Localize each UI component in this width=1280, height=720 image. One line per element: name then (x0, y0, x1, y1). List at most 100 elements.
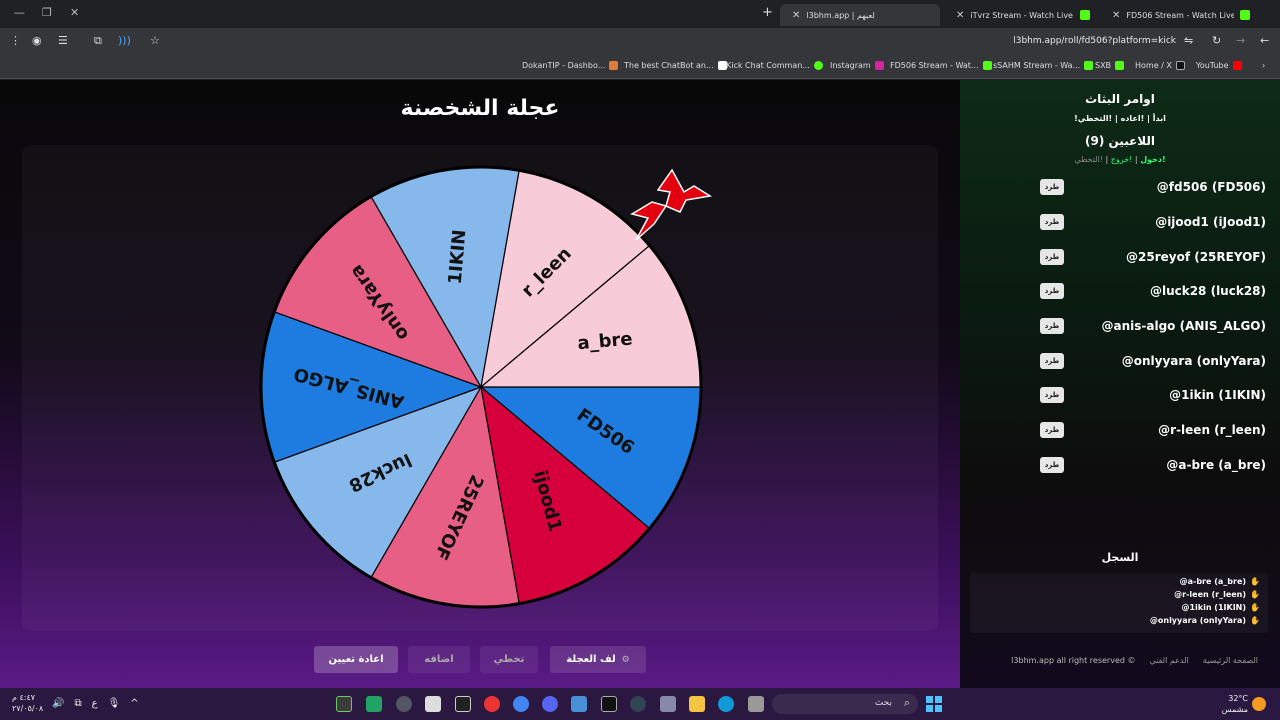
support-link[interactable]: الدعم الفني (1150, 656, 1189, 665)
bookmark-kick-chat[interactable]: Kick Chat Comman... (726, 61, 823, 70)
tab-itvrz[interactable]: ✕ iTvrz Stream - Watch Live on Kick (944, 4, 1096, 26)
kick-player-button[interactable]: طرد (1040, 387, 1064, 403)
microphone-icon[interactable]: 🎙 (108, 698, 121, 709)
new-tab-icon[interactable]: + (762, 5, 773, 20)
page-content: عجلة الشخصنة FD506 ijood1 25REYOF luck28 ANI… (0, 80, 1280, 688)
kick-player-button[interactable]: طرد (1040, 318, 1064, 334)
network-icon[interactable]: ⧉ (74, 698, 81, 709)
copyright-text: l3bhm.app all right reserved © (1011, 656, 1136, 665)
kick-icon (1084, 61, 1094, 70)
tab-title: FD506 Stream - Watch Live on Kick (1126, 10, 1235, 20)
kick-player-button[interactable]: طرد (1040, 353, 1064, 369)
epic-games-icon[interactable] (455, 696, 471, 712)
chrome-icon[interactable] (513, 696, 529, 712)
taskbar: ٤:٤٧ م ٢٧/٠٥/٠٨ 🔊 ⧉ ع 🎙 ^ بحث ⌕ 32°C مشم… (0, 688, 1280, 720)
read-aloud-icon[interactable]: ))) (118, 34, 131, 47)
weather-widget[interactable]: 32°C مشمس (1220, 693, 1248, 715)
close-tab-icon[interactable]: ✕ (1112, 10, 1120, 21)
player-row: @25reyof (25REYOF) طرد (1040, 248, 1266, 268)
menu-dots-icon[interactable]: ⋮ (10, 34, 21, 47)
app-blue-icon[interactable] (571, 696, 587, 712)
skip-button[interactable]: تخطي (480, 646, 538, 673)
terminal-icon[interactable] (336, 696, 352, 712)
player-row: @a-bre (a_bre) طرد (1040, 456, 1266, 476)
shield-icon[interactable] (660, 696, 676, 712)
search-placeholder: بحث (874, 698, 892, 708)
tab-actions-icon[interactable]: ⧉ (94, 34, 102, 48)
player-row: @luck28 (luck28) طرد (1040, 282, 1266, 302)
close-tab-icon[interactable]: ✕ (792, 10, 800, 21)
reload-icon[interactable]: ↻ (1212, 34, 1221, 47)
language-icon[interactable]: ع (92, 698, 98, 709)
url-input[interactable]: l3bhm.app/roll/fd506?platform=kick (900, 36, 1176, 46)
lightning-pointer-icon (630, 168, 713, 241)
tray-expand-icon[interactable]: ^ (130, 698, 138, 709)
volume-icon[interactable]: 🔊 (52, 698, 64, 709)
player-name: @luck28 (luck28) (1149, 284, 1266, 298)
player-row: @onlyyara (onlyYara) طرد (1040, 352, 1266, 372)
discord-icon[interactable] (542, 696, 558, 712)
bookmark-ssahm[interactable]: sSAHM Stream - Wa... (993, 61, 1094, 70)
bookmark-chatbot[interactable]: The best ChatBot an... (624, 61, 727, 70)
bookmarks-more-icon[interactable]: › (1262, 61, 1265, 70)
bookmark-instagram[interactable]: Instagram (830, 61, 884, 70)
file-explorer-icon[interactable] (689, 696, 705, 712)
settings-icon[interactable] (396, 696, 412, 712)
back-icon[interactable]: ← (1260, 34, 1269, 47)
tab-title: l3bhm.app | لعبهم (806, 10, 875, 20)
profile-icon[interactable]: ◉ (32, 34, 42, 47)
bookmarks-bar: DokanTIP - Dashbo... The best ChatBot an… (0, 55, 1280, 79)
dokantip-icon (609, 61, 619, 70)
player-row: @1ikin (1IKIN) طرد (1040, 386, 1266, 406)
spin-button[interactable]: لف العجلة ⚙ (550, 646, 646, 673)
add-button[interactable]: اضافه (408, 646, 470, 673)
favorite-star-icon[interactable]: ☆ (150, 34, 160, 47)
kick-player-button[interactable]: طرد (1040, 249, 1064, 265)
bookmark-youtube[interactable]: YouTube (1196, 61, 1242, 70)
app-grey-icon[interactable] (748, 696, 764, 712)
obs-icon[interactable] (601, 696, 617, 712)
player-name: @ijood1 (iJood1) (1155, 215, 1266, 229)
forward-icon[interactable]: → (1236, 34, 1245, 47)
edge-icon[interactable] (718, 696, 734, 712)
taskbar-search[interactable]: بحث ⌕ (772, 694, 918, 714)
kick-player-button[interactable]: طرد (1040, 283, 1064, 299)
browser-tab-strip: — ❐ ✕ + ✕ l3bhm.app | لعبهم ✕ iTvrz Stre… (0, 0, 1280, 28)
stream-commands-title: اوامر البثاث (1085, 92, 1155, 106)
close-window-icon[interactable]: ✕ (70, 6, 79, 19)
bookmark-x[interactable]: Home / X (1135, 61, 1185, 70)
tab-fd506[interactable]: ✕ FD506 Stream - Watch Live on Kick (1100, 4, 1256, 26)
kick-player-button[interactable]: طرد (1040, 457, 1064, 473)
reset-button[interactable]: اعادة تعيين (314, 646, 398, 673)
tab-title: iTvrz Stream - Watch Live on Kick (970, 10, 1074, 20)
windows-start-icon[interactable] (926, 696, 942, 712)
app-red-icon[interactable] (484, 696, 500, 712)
kick-player-button[interactable]: طرد (1040, 214, 1064, 230)
kick-player-button[interactable]: طرد (1040, 422, 1064, 438)
close-tab-icon[interactable]: ✕ (956, 10, 964, 21)
gear-icon: ⚙ (621, 654, 630, 665)
app-dark-icon[interactable] (630, 696, 646, 712)
bookmark-sxb[interactable]: SXB (1095, 61, 1125, 70)
tab-l3bhm[interactable]: ✕ l3bhm.app | لعبهم (780, 4, 940, 26)
site-settings-icon[interactable]: ⇋ (1184, 34, 1193, 47)
player-name: @1ikin (1IKIN) (1169, 388, 1266, 402)
player-name: @25reyof (25REYOF) (1126, 250, 1266, 264)
home-link[interactable]: الصفحة الرئيسية (1203, 656, 1258, 665)
instagram-icon (874, 61, 884, 70)
bookmark-dokantip[interactable]: DokanTIP - Dashbo... (522, 61, 619, 70)
kick-player-button[interactable]: طرد (1040, 179, 1064, 195)
player-name: @anis-algo (ANIS_ALGO) (1101, 319, 1267, 333)
kick-icon (982, 61, 992, 70)
store-icon[interactable] (425, 696, 441, 712)
minimize-icon[interactable]: — (14, 6, 25, 19)
wave-hand-icon: ✋ (1250, 590, 1260, 599)
log-title: السجل (1101, 551, 1139, 564)
reading-list-icon[interactable]: ☰ (58, 34, 68, 47)
restore-icon[interactable]: ❐ (42, 6, 52, 19)
clock[interactable]: ٤:٤٧ م ٢٧/٠٥/٠٨ (12, 692, 43, 714)
bookmark-fd506[interactable]: FD506 Stream - Wat... (890, 61, 992, 70)
app-green-icon[interactable] (366, 696, 382, 712)
kick-icon (1115, 61, 1125, 70)
player-name: @onlyyara (onlyYara) (1121, 354, 1266, 368)
